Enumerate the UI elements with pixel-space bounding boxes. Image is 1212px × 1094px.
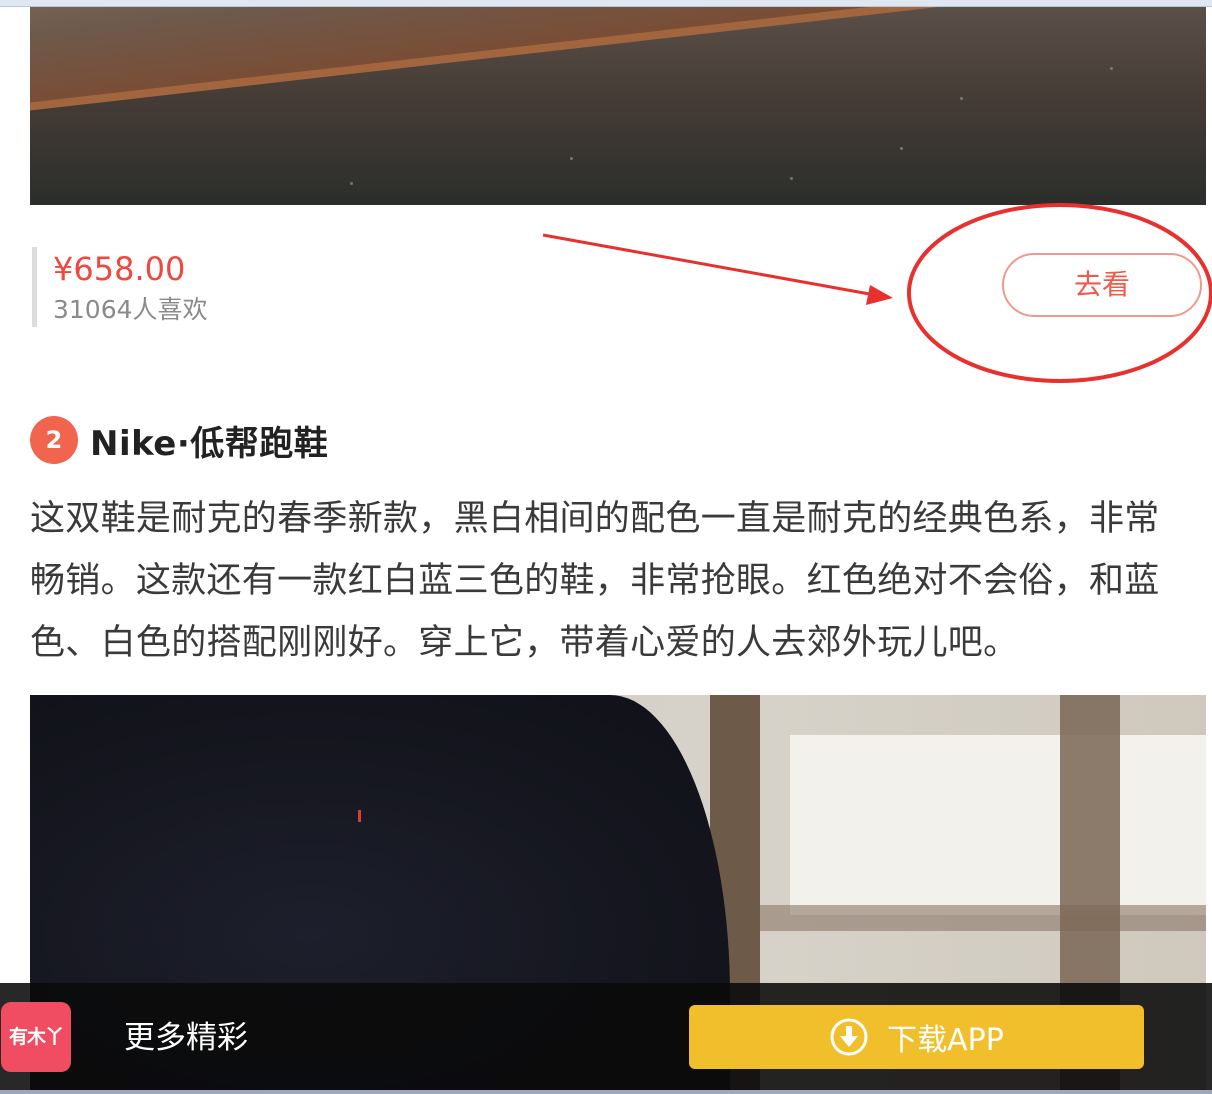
item-2-header: 2 Nike·低帮跑鞋	[30, 415, 328, 465]
price-block: ¥658.00 31064人喜欢	[32, 247, 208, 327]
app-logo[interactable]: 有木丫	[1, 1002, 71, 1072]
download-app-button[interactable]: 下载APP	[689, 1005, 1144, 1069]
go-see-button[interactable]: 去看	[1002, 253, 1202, 317]
more-content-label: 更多精彩	[124, 1020, 248, 1056]
app-promo-bar: 有木丫 更多精彩 下载APP	[0, 983, 1212, 1094]
item-number-badge: 2	[30, 416, 78, 464]
download-app-label: 下载APP	[887, 1023, 1004, 1058]
price: ¥658.00	[53, 250, 186, 288]
product-image-1[interactable]	[30, 7, 1206, 205]
item-description: 这双鞋是耐克的春季新款，黑白相间的配色一直是耐克的经典色系，非常畅销。这款还有一…	[30, 499, 1160, 663]
item-title: Nike·低帮跑鞋	[90, 423, 329, 464]
annotation-arrowhead	[866, 285, 893, 305]
window-top-edge	[0, 0, 1212, 7]
likes-count: 31064人喜欢	[53, 295, 208, 324]
window-bottom-edge	[0, 1090, 1212, 1094]
page: ¥658.00 31064人喜欢 去看 2 Nike·低帮跑鞋 这双鞋是耐克的春…	[0, 0, 1212, 1094]
annotation-arrow-line	[542, 233, 876, 297]
download-circle-icon	[830, 1018, 868, 1056]
